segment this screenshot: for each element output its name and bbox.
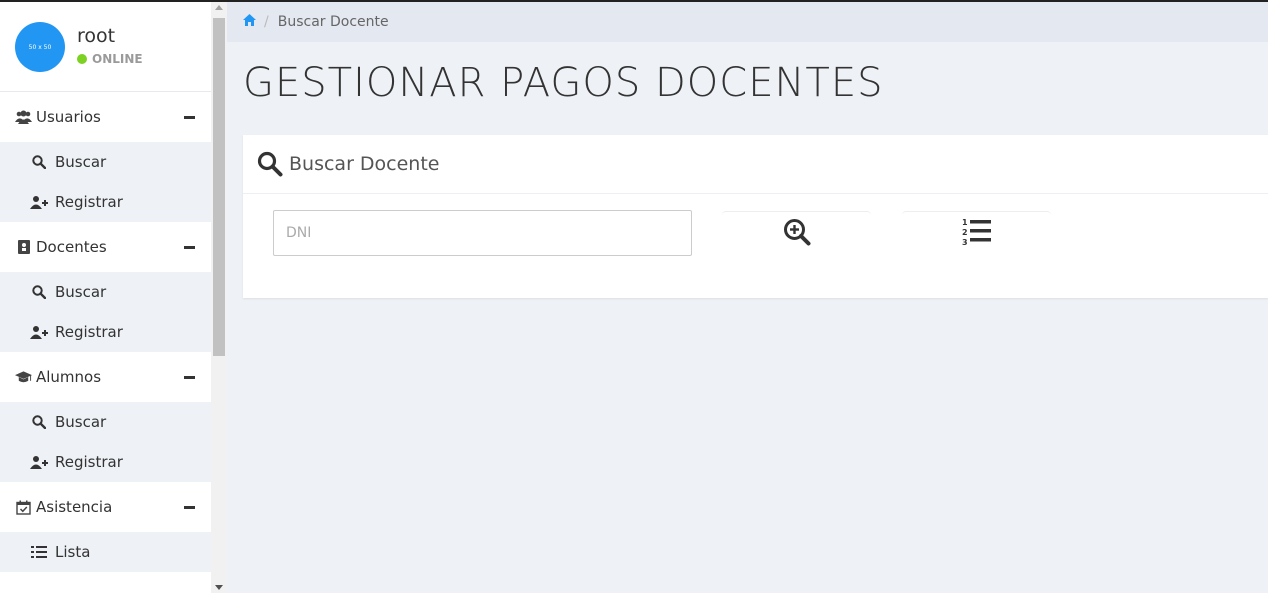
sidebar-item-label: Buscar <box>55 413 107 431</box>
sidebar-submenu-usuarios: Buscar Registrar <box>0 142 211 222</box>
sidebar-item-label: Buscar <box>55 153 107 171</box>
page-title: GESTIONAR PAGOS DOCENTES <box>243 60 884 106</box>
calendar-check-icon <box>15 499 32 516</box>
sidebar-item-asistencia-lista[interactable]: Lista <box>0 532 211 572</box>
breadcrumb-current: Buscar Docente <box>277 14 389 30</box>
status-badge: ONLINE <box>77 52 143 66</box>
collapse-minus-icon[interactable] <box>184 246 195 249</box>
scroll-up-arrow-icon[interactable] <box>215 5 223 10</box>
sidebar-item-label: Buscar <box>55 283 107 301</box>
home-icon[interactable] <box>243 14 256 30</box>
sidebar-submenu-docentes: Buscar Registrar <box>0 272 211 352</box>
list-button[interactable]: 123 <box>902 211 1051 255</box>
sidebar-section-usuarios[interactable]: Usuarios <box>0 92 211 142</box>
sidebar-item-label: Lista <box>55 543 91 561</box>
sidebar-section-label: Asistencia <box>36 498 113 516</box>
svg-text:3: 3 <box>962 238 968 247</box>
sidebar-submenu-asistencia: Lista <box>0 532 211 572</box>
sidebar-submenu-alumnos: Buscar Registrar <box>0 402 211 482</box>
status-label: ONLINE <box>92 52 143 66</box>
search-icon <box>30 285 48 299</box>
sidebar-item-label: Registrar <box>55 323 123 341</box>
sidebar-item-label: Registrar <box>55 453 123 471</box>
search-button[interactable] <box>722 211 871 255</box>
sidebar-item-usuarios-registrar[interactable]: Registrar <box>0 182 211 222</box>
list-ol-icon <box>30 545 48 559</box>
svg-text:1: 1 <box>962 218 968 227</box>
sidebar-section-alumnos[interactable]: Alumnos <box>0 352 211 402</box>
search-card: Buscar Docente 123 <box>243 135 1268 298</box>
sidebar-section-label: Usuarios <box>36 108 101 126</box>
graduation-cap-icon <box>15 369 32 386</box>
card-header: Buscar Docente <box>243 135 1268 194</box>
user-plus-icon <box>30 455 48 469</box>
sidebar-item-alumnos-registrar[interactable]: Registrar <box>0 442 211 482</box>
user-profile: 50 x 50 root ONLINE <box>0 2 211 92</box>
svg-text:2: 2 <box>962 228 968 237</box>
id-badge-icon <box>15 239 32 256</box>
collapse-minus-icon[interactable] <box>184 376 195 379</box>
search-icon <box>30 155 48 169</box>
scroll-down-arrow-icon[interactable] <box>215 585 223 590</box>
online-dot-icon <box>77 54 87 64</box>
sidebar-section-docentes[interactable]: Docentes <box>0 222 211 272</box>
search-icon <box>257 151 283 177</box>
collapse-minus-icon[interactable] <box>184 116 195 119</box>
sidebar-item-usuarios-buscar[interactable]: Buscar <box>0 142 211 182</box>
avatar[interactable]: 50 x 50 <box>15 22 65 72</box>
username: root <box>77 25 116 47</box>
user-plus-icon <box>30 195 48 209</box>
card-title: Buscar Docente <box>289 153 440 175</box>
collapse-minus-icon[interactable] <box>184 506 195 509</box>
sidebar-section-label: Docentes <box>36 238 107 256</box>
sidebar-item-alumnos-buscar[interactable]: Buscar <box>0 402 211 442</box>
window-top-border <box>0 0 1268 2</box>
sidebar-section-label: Alumnos <box>36 368 102 386</box>
sidebar-item-docentes-buscar[interactable]: Buscar <box>0 272 211 312</box>
sidebar: 50 x 50 root ONLINE Usuarios Buscar Regi… <box>0 2 211 593</box>
breadcrumb: / Buscar Docente <box>227 2 1268 42</box>
breadcrumb-separator: / <box>264 14 269 30</box>
sidebar-section-asistencia[interactable]: Asistencia <box>0 482 211 532</box>
users-icon <box>15 109 32 126</box>
sidebar-item-docentes-registrar[interactable]: Registrar <box>0 312 211 352</box>
scrollbar-thumb[interactable] <box>213 18 225 356</box>
search-icon <box>30 415 48 429</box>
dni-input[interactable] <box>273 210 692 256</box>
search-plus-icon <box>783 218 811 249</box>
sidebar-scrollbar[interactable] <box>211 2 227 593</box>
user-plus-icon <box>30 325 48 339</box>
list-ol-icon: 123 <box>962 217 992 250</box>
sidebar-item-label: Registrar <box>55 193 123 211</box>
